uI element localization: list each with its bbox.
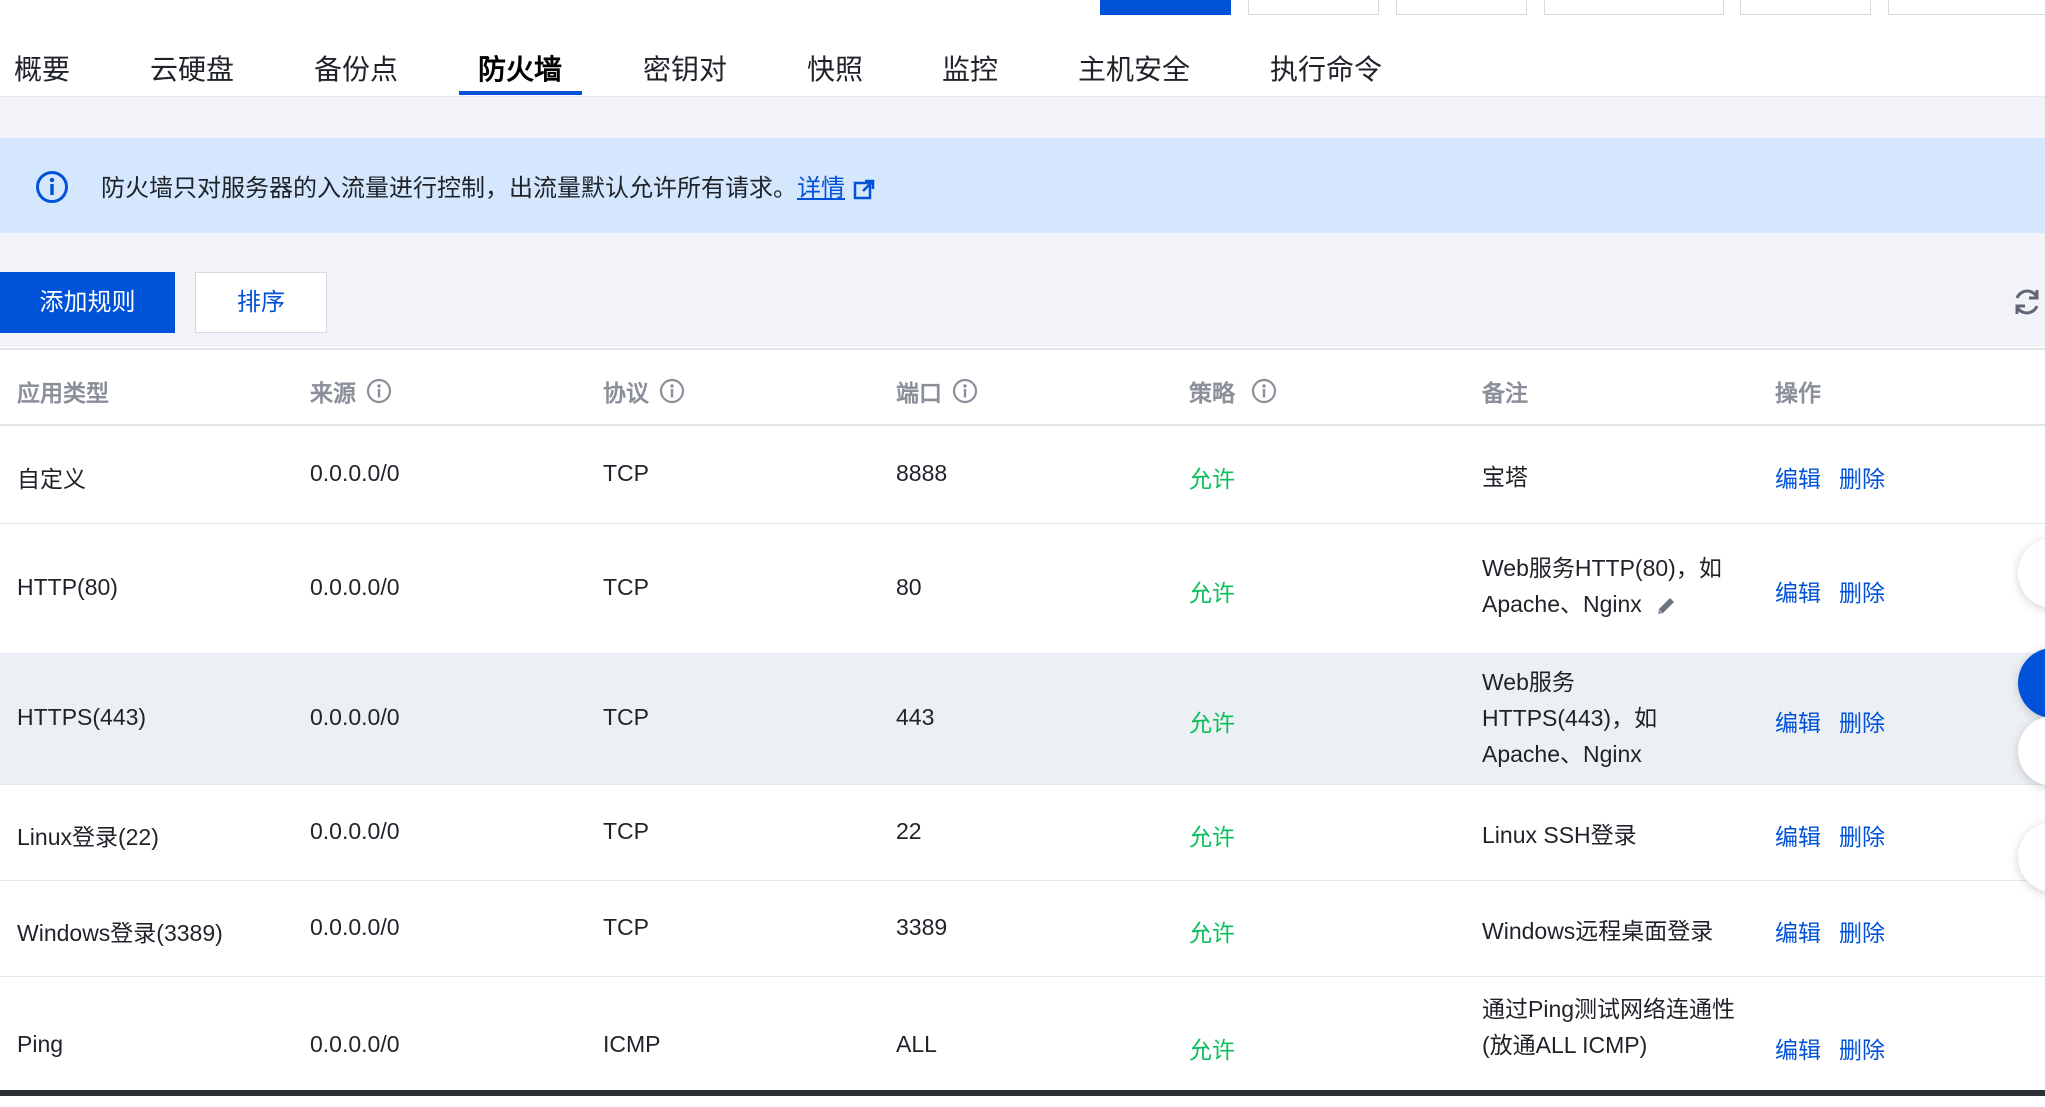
cell-port: 3389 (896, 914, 948, 940)
table-row: Linux登录(22) 0.0.0.0/0 TCP 22 允许 Linux SS… (0, 785, 2045, 881)
header-policy: 策略 (1189, 374, 1277, 408)
info-icon[interactable] (952, 378, 978, 404)
info-icon[interactable] (659, 378, 685, 404)
top-button[interactable] (1740, 0, 1871, 15)
delete-button[interactable]: 删除 (1839, 818, 1885, 852)
cell-policy: 允许 (1189, 824, 1235, 850)
cell-app-type: HTTPS(443) (17, 704, 147, 730)
cell-app-type: HTTP(80) (17, 574, 118, 600)
pencil-icon[interactable] (1654, 594, 1678, 618)
bottom-edge (0, 1090, 2045, 1096)
top-button[interactable] (1544, 0, 1724, 15)
cell-protocol: TCP (603, 574, 649, 600)
edit-button[interactable]: 编辑 (1775, 914, 1821, 948)
cell-policy: 允许 (1189, 466, 1235, 492)
header-source: 来源 (310, 374, 392, 408)
cell-port: 22 (896, 818, 922, 844)
table-header: 应用类型 来源 协议 端口 策略 备注 操作 (0, 348, 2045, 426)
delete-button[interactable]: 删除 (1839, 460, 1885, 494)
cell-protocol: ICMP (603, 1031, 661, 1057)
info-circle-icon (36, 171, 68, 203)
cell-note: Windows远程桌面登录 (1482, 918, 1714, 944)
tab-monitor[interactable]: 监控 (942, 48, 998, 88)
edit-button[interactable]: 编辑 (1775, 460, 1821, 494)
cell-protocol: TCP (603, 460, 649, 486)
tab-firewall[interactable]: 防火墙 (478, 48, 562, 88)
delete-button[interactable]: 删除 (1839, 914, 1885, 948)
info-icon[interactable] (366, 378, 392, 404)
top-button[interactable] (1888, 0, 2045, 15)
header-note: 备注 (1482, 380, 1528, 406)
top-primary-button[interactable] (1100, 0, 1231, 15)
cell-app-type: 自定义 (17, 466, 86, 492)
cell-policy: 允许 (1189, 1037, 1235, 1063)
banner-message: 防火墙只对服务器的入流量进行控制，出流量默认允许所有请求。详情 (101, 168, 875, 203)
details-link[interactable]: 详情 (797, 175, 845, 202)
header-port: 端口 (896, 374, 978, 408)
cell-policy: 允许 (1189, 580, 1235, 606)
cell-source: 0.0.0.0/0 (310, 574, 400, 600)
cell-note: Linux SSH登录 (1482, 822, 1637, 848)
header-actions: 操作 (1775, 380, 1821, 406)
tab-overview[interactable]: 概要 (14, 48, 70, 88)
top-button[interactable] (1396, 0, 1527, 15)
cell-port: 8888 (896, 460, 948, 486)
edit-button[interactable]: 编辑 (1775, 574, 1821, 608)
delete-button[interactable]: 删除 (1839, 1031, 1885, 1065)
info-banner: 防火墙只对服务器的入流量进行控制，出流量默认允许所有请求。详情 (0, 138, 2045, 233)
cell-port: 443 (896, 704, 935, 730)
tab-exec-command[interactable]: 执行命令 (1270, 48, 1382, 88)
external-link-icon[interactable] (853, 179, 875, 201)
cell-source: 0.0.0.0/0 (310, 818, 400, 844)
cell-app-type: Linux登录(22) (17, 824, 159, 850)
cell-source: 0.0.0.0/0 (310, 704, 400, 730)
cell-app-type: Ping (17, 1031, 64, 1057)
tab-cloud-disk[interactable]: 云硬盘 (150, 48, 234, 88)
edit-button[interactable]: 编辑 (1775, 1031, 1821, 1065)
cell-protocol: TCP (603, 818, 649, 844)
tab-host-security[interactable]: 主机安全 (1078, 48, 1190, 88)
table-row: HTTPS(443) 0.0.0.0/0 TCP 443 允许 Web服务HTT… (0, 654, 2045, 785)
info-icon[interactable] (1251, 378, 1277, 404)
cell-source: 0.0.0.0/0 (310, 460, 400, 486)
tab-bar: 概要 云硬盘 备份点 防火墙 密钥对 快照 监控 主机安全 执行命令 (0, 40, 2045, 97)
cell-note: Web服务HTTP(80)，如Apache、Nginx (1482, 550, 1737, 622)
add-rule-button[interactable]: 添加规则 (0, 272, 175, 333)
edit-button[interactable]: 编辑 (1775, 704, 1821, 738)
header-protocol: 协议 (603, 374, 685, 408)
tab-keypair[interactable]: 密钥对 (643, 48, 727, 88)
table-row: 自定义 0.0.0.0/0 TCP 8888 允许 宝塔 编辑 删除 (0, 426, 2045, 524)
delete-button[interactable]: 删除 (1839, 574, 1885, 608)
cell-note: Web服务HTTPS(443)，如Apache、Nginx (1482, 669, 1658, 767)
banner-text: 防火墙只对服务器的入流量进行控制，出流量默认允许所有请求。 (101, 175, 797, 202)
cell-app-type: Windows登录(3389) (17, 920, 223, 946)
table-row: HTTP(80) 0.0.0.0/0 TCP 80 允许 Web服务HTTP(8… (0, 524, 2045, 654)
refresh-icon[interactable] (2010, 285, 2044, 319)
cell-note: 宝塔 (1482, 464, 1528, 490)
cell-policy: 允许 (1189, 710, 1235, 736)
cell-protocol: TCP (603, 914, 649, 940)
table-row: Windows登录(3389) 0.0.0.0/0 TCP 3389 允许 Wi… (0, 881, 2045, 977)
cell-note: 通过Ping测试网络连通性(放通ALL ICMP) (1482, 996, 1736, 1058)
cell-port: ALL (896, 1031, 937, 1057)
tab-backup[interactable]: 备份点 (314, 48, 398, 88)
top-action-bar (0, 0, 2045, 20)
cell-source: 0.0.0.0/0 (310, 914, 400, 940)
delete-button[interactable]: 删除 (1839, 704, 1885, 738)
top-button[interactable] (1248, 0, 1379, 15)
edit-button[interactable]: 编辑 (1775, 818, 1821, 852)
header-app-type: 应用类型 (17, 380, 109, 406)
active-tab-indicator (459, 91, 582, 95)
cell-port: 80 (896, 574, 922, 600)
cell-source: 0.0.0.0/0 (310, 1031, 400, 1057)
cell-policy: 允许 (1189, 920, 1235, 946)
tab-snapshot[interactable]: 快照 (807, 48, 863, 88)
sort-button[interactable]: 排序 (195, 272, 327, 333)
cell-protocol: TCP (603, 704, 649, 730)
note-text: Web服务HTTP(80)，如Apache、Nginx (1482, 555, 1722, 617)
table-row: Ping 0.0.0.0/0 ICMP ALL 允许 通过Ping测试网络连通性… (0, 977, 2045, 1107)
